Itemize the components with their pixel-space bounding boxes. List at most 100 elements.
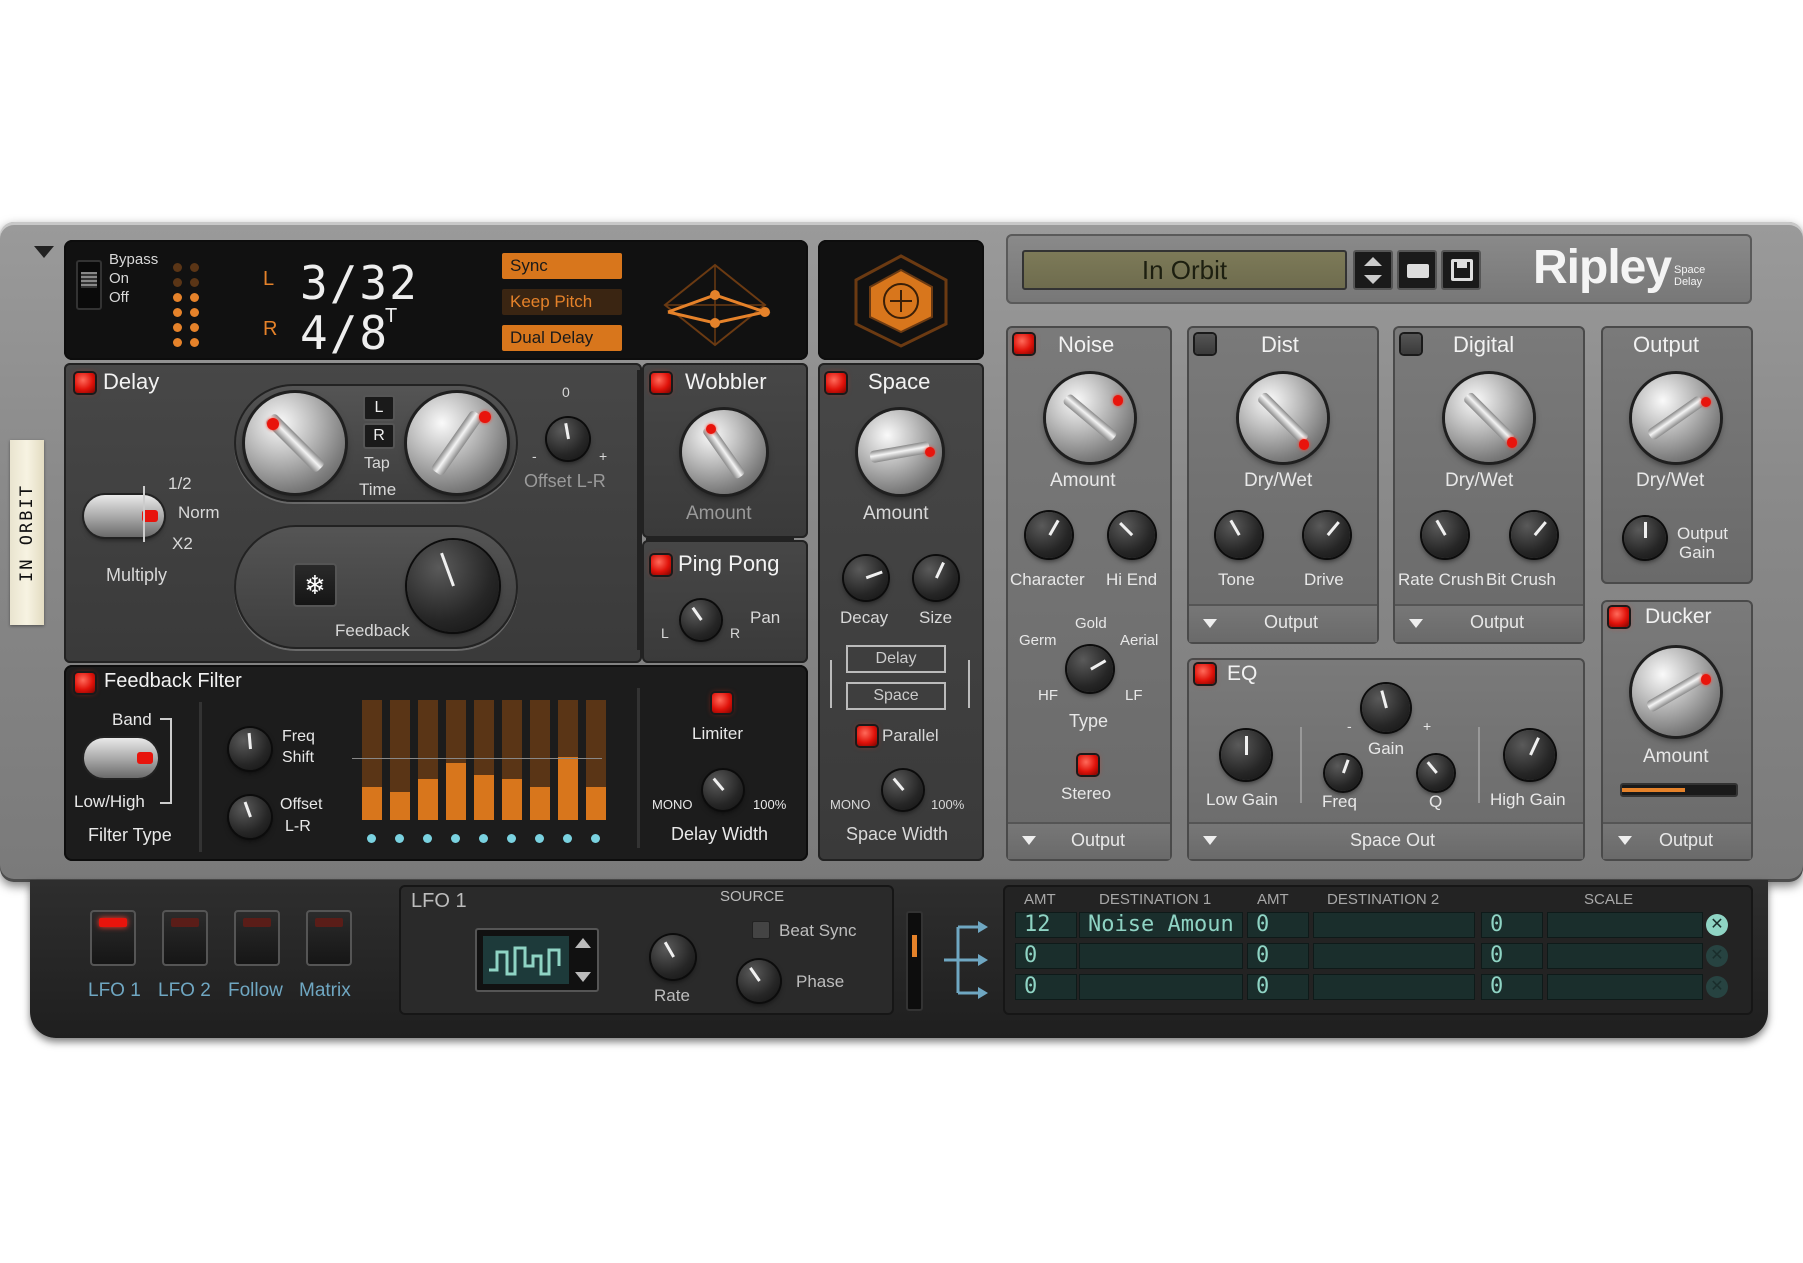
matrix-cell[interactable]: 0 (1015, 943, 1077, 969)
digital-enable-led[interactable] (1401, 334, 1421, 354)
clear-row-icon-disabled[interactable]: ✕ (1706, 976, 1728, 998)
filter-offset-lr-knob[interactable] (229, 796, 271, 838)
lfo2-tab-button[interactable] (162, 910, 208, 966)
matrix-cell[interactable] (1547, 943, 1703, 969)
space-enable-led[interactable] (826, 373, 846, 393)
parallel-led[interactable] (857, 726, 877, 746)
noise-amount-knob[interactable] (1046, 374, 1134, 462)
mid-q-knob[interactable] (1418, 755, 1454, 791)
tap-r-button[interactable]: R (363, 423, 395, 449)
matrix-cell[interactable] (1079, 974, 1243, 1000)
filter-bar-track[interactable] (474, 700, 494, 820)
character-knob[interactable] (1026, 512, 1072, 558)
high-gain-knob[interactable] (1505, 730, 1555, 780)
filter-bar-track[interactable] (558, 700, 578, 820)
matrix-cell[interactable] (1313, 974, 1475, 1000)
fold-toggle-icon[interactable] (34, 246, 54, 258)
matrix-tab-label[interactable]: Matrix (299, 980, 351, 1002)
filter-type-switch[interactable] (84, 738, 158, 778)
matrix-cell[interactable] (1547, 974, 1703, 1000)
waveform-up-icon[interactable] (575, 938, 591, 948)
keep-pitch-button[interactable]: Keep Pitch (502, 289, 622, 315)
low-gain-knob[interactable] (1221, 730, 1271, 780)
matrix-cell[interactable]: 0 (1247, 974, 1309, 1000)
preset-prev-next-button[interactable] (1353, 250, 1393, 290)
filter-bar-track[interactable] (502, 700, 522, 820)
feedback-knob[interactable] (407, 540, 499, 632)
matrix-cell[interactable] (1079, 943, 1243, 969)
lfo-phase-knob[interactable] (738, 960, 780, 1002)
lfo-waveform-display[interactable] (475, 928, 599, 992)
space-decay-knob[interactable] (844, 556, 888, 600)
offset-lr-knob[interactable] (547, 418, 589, 460)
filter-bar-track[interactable] (390, 700, 410, 820)
matrix-cell[interactable]: 12 (1015, 912, 1077, 938)
matrix-cell[interactable]: 0 (1247, 912, 1309, 938)
matrix-cell[interactable]: 0 (1481, 943, 1543, 969)
matrix-cell[interactable]: Noise Amoun (1079, 912, 1243, 938)
ping-pong-pan-knob[interactable] (681, 600, 721, 640)
space-width-knob[interactable] (883, 770, 923, 810)
output-gain-knob[interactable] (1624, 517, 1666, 559)
limiter-led[interactable] (712, 693, 732, 713)
filter-bar-track[interactable] (446, 700, 466, 820)
wobbler-amount-knob[interactable] (682, 410, 766, 494)
waveform-down-icon[interactable] (575, 972, 591, 982)
matrix-cell[interactable]: 0 (1481, 974, 1543, 1000)
tap-l-button[interactable]: L (363, 395, 395, 421)
filter-bar-track[interactable] (586, 700, 606, 820)
dist-drive-knob[interactable] (1304, 512, 1350, 558)
noise-enable-led[interactable] (1014, 334, 1034, 354)
l-delay-time[interactable]: 3/32 (300, 256, 419, 310)
matrix-cell[interactable]: 0 (1481, 912, 1543, 938)
right-time-knob[interactable] (407, 393, 507, 493)
delay-enable-led[interactable] (75, 373, 95, 393)
matrix-cell[interactable]: 0 (1015, 974, 1077, 1000)
filter-spectrum[interactable] (352, 690, 612, 843)
save-preset-button[interactable] (1441, 250, 1481, 290)
clear-row-icon[interactable]: ✕ (1706, 914, 1728, 936)
eq-enable-led[interactable] (1195, 664, 1215, 684)
wobbler-enable-led[interactable] (651, 373, 671, 393)
space-amount-knob[interactable] (858, 410, 942, 494)
bypass-switch[interactable] (76, 260, 102, 310)
mid-gain-knob[interactable] (1362, 684, 1410, 732)
stereo-led[interactable] (1078, 755, 1098, 775)
clear-row-icon-disabled[interactable]: ✕ (1706, 945, 1728, 967)
dist-dry-wet-knob[interactable] (1239, 374, 1327, 462)
dual-delay-button[interactable]: Dual Delay (502, 325, 622, 351)
follow-tab-button[interactable] (234, 910, 280, 966)
route-delay-box[interactable]: Delay (846, 645, 946, 673)
preset-name-display[interactable]: In Orbit (1022, 250, 1347, 290)
matrix-cell[interactable] (1313, 943, 1475, 969)
dist-tone-knob[interactable] (1216, 512, 1262, 558)
sync-button[interactable]: Sync (502, 253, 622, 279)
left-time-knob[interactable] (245, 393, 345, 493)
filter-bar-track[interactable] (362, 700, 382, 820)
output-dry-wet-knob[interactable] (1632, 374, 1720, 462)
matrix-cell[interactable] (1313, 912, 1475, 938)
bit-crush-knob[interactable] (1511, 512, 1557, 558)
feedback-filter-led[interactable] (75, 673, 95, 693)
lfo1-tab-label[interactable]: LFO 1 (88, 980, 141, 1002)
r-delay-time[interactable]: 4/8 (300, 306, 389, 360)
matrix-cell[interactable] (1547, 912, 1703, 938)
filter-bar-track[interactable] (530, 700, 550, 820)
route-space-box[interactable]: Space (846, 682, 946, 710)
lfo1-tab-button[interactable] (90, 910, 136, 966)
freq-shift-knob[interactable] (229, 728, 271, 770)
matrix-tab-button[interactable] (306, 910, 352, 966)
hi-end-knob[interactable] (1109, 512, 1155, 558)
ducker-amount-knob[interactable] (1632, 648, 1720, 736)
filter-bar-track[interactable] (418, 700, 438, 820)
beat-sync-checkbox[interactable] (752, 921, 770, 939)
mid-freq-knob[interactable] (1325, 755, 1361, 791)
lfo2-tab-label[interactable]: LFO 2 (158, 980, 211, 1002)
noise-type-knob[interactable] (1067, 646, 1113, 692)
matrix-cell[interactable]: 0 (1247, 943, 1309, 969)
browse-preset-button[interactable] (1397, 250, 1437, 290)
freeze-button[interactable]: ❄ (293, 563, 337, 607)
dist-enable-led[interactable] (1195, 334, 1215, 354)
delay-width-knob[interactable] (703, 770, 743, 810)
ducker-enable-led[interactable] (1609, 607, 1629, 627)
